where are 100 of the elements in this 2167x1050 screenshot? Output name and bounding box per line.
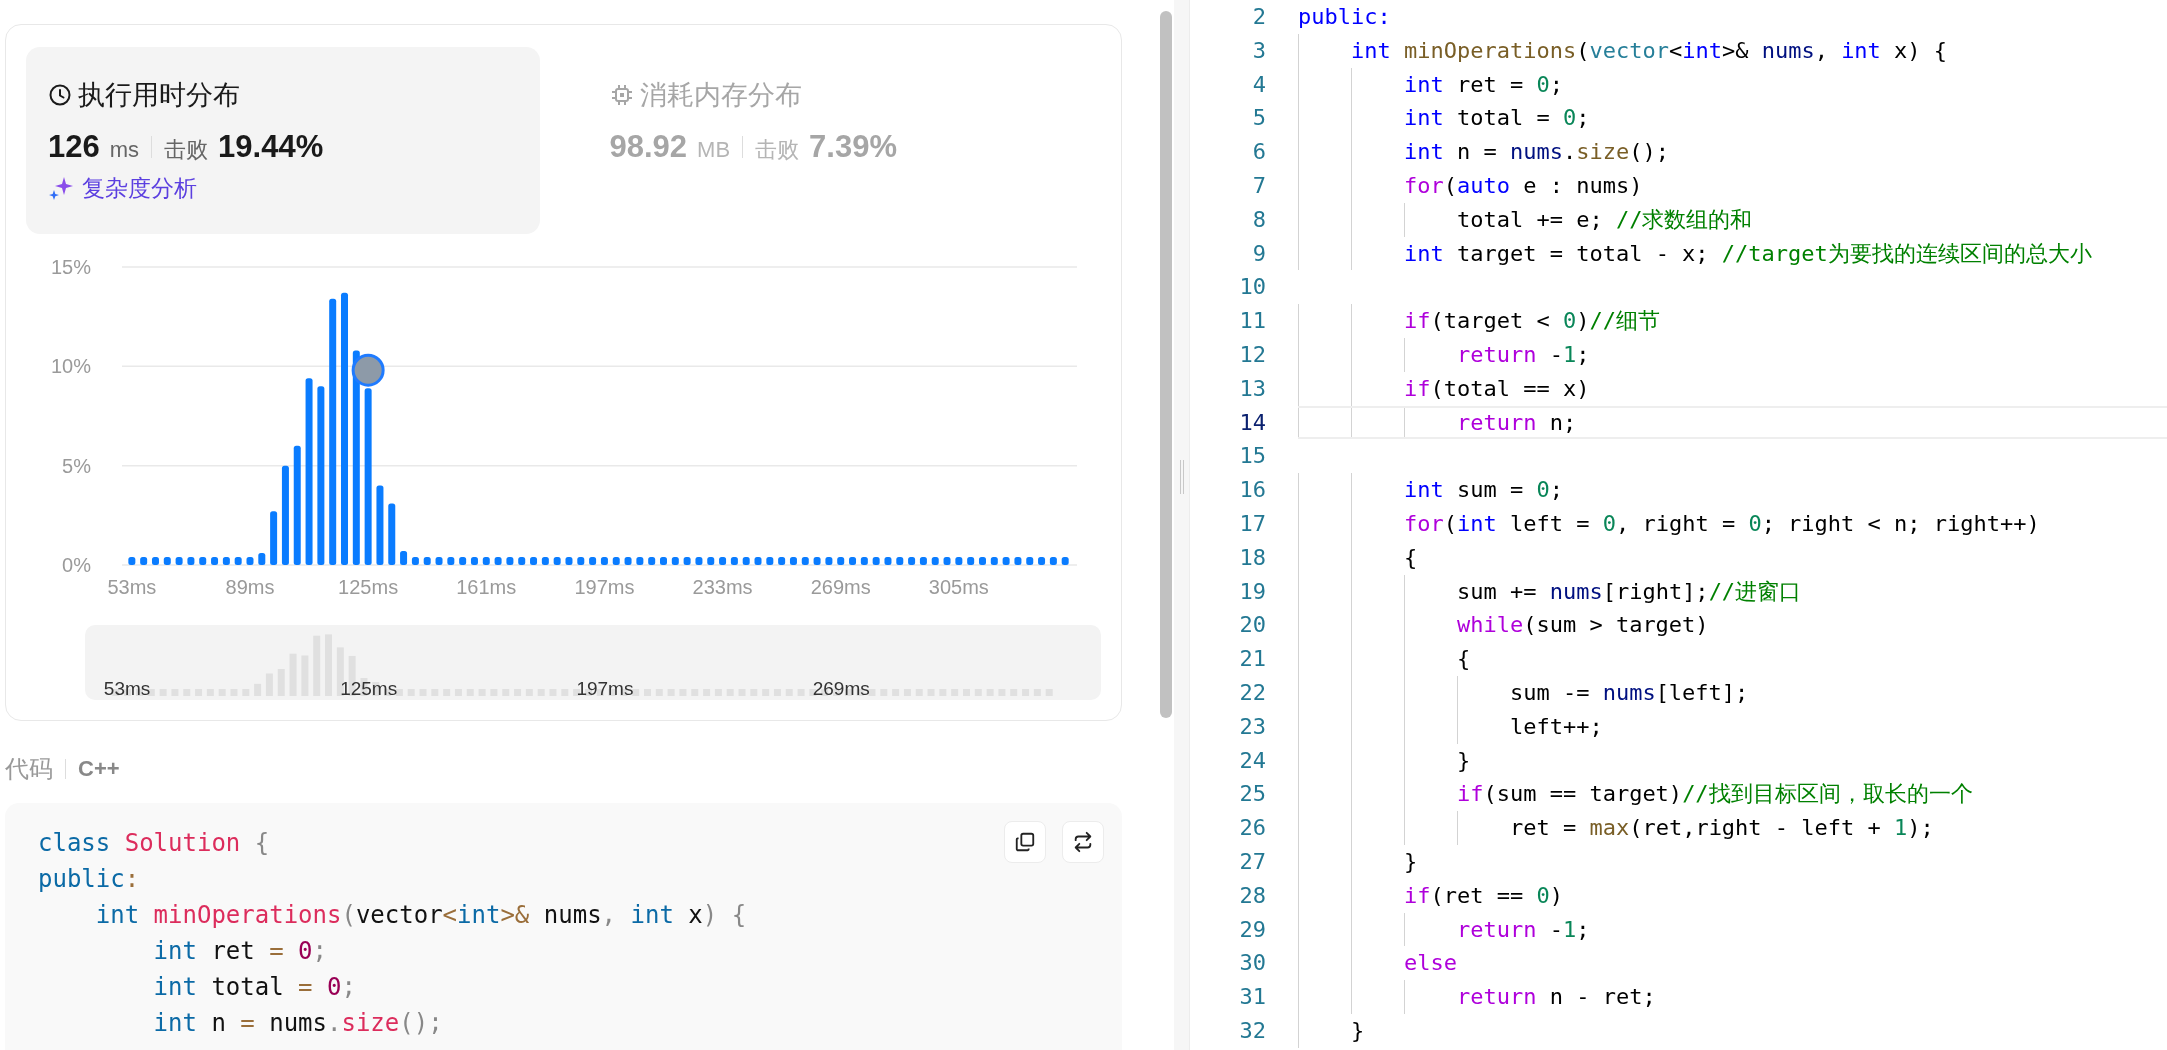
stat-value: 126 (48, 129, 100, 165)
bar[interactable] (1014, 557, 1022, 565)
bar[interactable] (624, 557, 632, 565)
bar[interactable] (506, 557, 514, 565)
bar[interactable] (825, 557, 833, 565)
bar[interactable] (470, 557, 478, 565)
beat-label: 击败 (164, 136, 209, 164)
bar[interactable] (199, 557, 207, 565)
stat-unit: MB (697, 137, 731, 163)
bar[interactable] (364, 388, 372, 565)
bar[interactable] (943, 557, 951, 565)
bar[interactable] (530, 557, 538, 565)
stat-tab[interactable]: 执行用时分布 126 ms 击败 19.44% 复杂度分析 (26, 47, 540, 234)
bar[interactable] (1002, 557, 1010, 565)
bar[interactable] (435, 557, 443, 565)
axis-label: 89ms (225, 576, 275, 598)
bar[interactable] (896, 557, 904, 565)
bar[interactable] (270, 511, 278, 565)
bar[interactable] (742, 557, 750, 565)
bar[interactable] (317, 386, 325, 565)
bar[interactable] (305, 378, 313, 565)
bar[interactable] (707, 557, 715, 565)
bar[interactable] (352, 350, 360, 565)
bar[interactable] (636, 557, 644, 565)
bar[interactable] (388, 503, 396, 565)
code-line: if(ret == 0) (1402, 882, 1563, 908)
bar[interactable] (837, 557, 845, 565)
bar[interactable] (246, 557, 254, 565)
bar[interactable] (494, 557, 502, 565)
bar[interactable] (766, 557, 774, 565)
bar[interactable] (281, 465, 289, 565)
bar[interactable] (660, 557, 667, 565)
bar[interactable] (1049, 557, 1057, 565)
bar[interactable] (648, 557, 656, 565)
axis-label: 53ms (103, 678, 151, 699)
bar[interactable] (553, 557, 561, 565)
bar[interactable] (884, 557, 892, 565)
line-number: 30 (1238, 949, 1266, 978)
bar[interactable] (211, 557, 219, 565)
complexity-analysis-link[interactable]: 复杂度分析 (82, 173, 197, 204)
bar[interactable] (151, 557, 159, 565)
bar[interactable] (1026, 557, 1034, 565)
bar[interactable] (719, 557, 727, 565)
bar[interactable] (849, 557, 857, 565)
bar[interactable] (600, 557, 608, 565)
line-number: 21 (1238, 645, 1266, 674)
bar[interactable] (447, 557, 455, 565)
bar[interactable] (778, 557, 786, 565)
bar[interactable] (979, 557, 986, 565)
bar[interactable] (482, 557, 490, 565)
bar[interactable] (919, 557, 927, 565)
bar[interactable] (589, 557, 597, 565)
bar[interactable] (908, 557, 916, 565)
bar[interactable] (175, 557, 183, 565)
bar[interactable] (140, 557, 148, 565)
bar[interactable] (577, 557, 585, 565)
bar[interactable] (541, 557, 549, 565)
code-line: return n - ret; (1455, 984, 1656, 1010)
bar[interactable] (754, 557, 762, 565)
bar[interactable] (931, 557, 939, 565)
bar[interactable] (801, 557, 809, 565)
bar[interactable] (518, 557, 526, 565)
bar[interactable] (955, 557, 963, 565)
bar[interactable] (789, 557, 797, 565)
bar[interactable] (695, 557, 703, 565)
bar[interactable] (329, 298, 337, 565)
bar[interactable] (293, 445, 301, 565)
bar[interactable] (860, 557, 868, 565)
bar[interactable] (400, 551, 408, 565)
bar[interactable] (565, 557, 573, 565)
axis-label: 5% (62, 454, 91, 477)
bar[interactable] (967, 557, 975, 565)
bar[interactable] (1038, 557, 1046, 565)
bar[interactable] (990, 557, 998, 565)
bar[interactable] (459, 557, 467, 565)
bar[interactable] (813, 557, 821, 565)
bar[interactable] (234, 557, 242, 565)
bar[interactable] (376, 485, 384, 565)
splitter-handle[interactable] (1179, 460, 1184, 494)
bar[interactable] (671, 557, 679, 565)
bar[interactable] (612, 557, 620, 565)
bar[interactable] (258, 553, 266, 565)
bar[interactable] (730, 557, 738, 565)
range-overview[interactable]: 53ms 125ms 197ms 269ms (85, 625, 1101, 700)
bar[interactable] (187, 557, 195, 565)
line-number: 3 (1251, 36, 1266, 65)
line-number: 32 (1238, 1016, 1266, 1045)
bar[interactable] (411, 557, 419, 565)
copy-button[interactable] (1004, 821, 1046, 863)
axis-label: 269ms (812, 678, 870, 699)
bar[interactable] (1061, 557, 1069, 565)
swap-button[interactable] (1062, 821, 1104, 863)
bar[interactable] (163, 557, 171, 565)
bar[interactable] (683, 557, 691, 565)
code-line: { (1402, 544, 1418, 570)
bar[interactable] (872, 557, 880, 565)
bar[interactable] (222, 557, 230, 565)
bar[interactable] (423, 557, 431, 565)
bar[interactable] (128, 557, 136, 565)
scrollbar-thumb[interactable] (1160, 11, 1172, 718)
